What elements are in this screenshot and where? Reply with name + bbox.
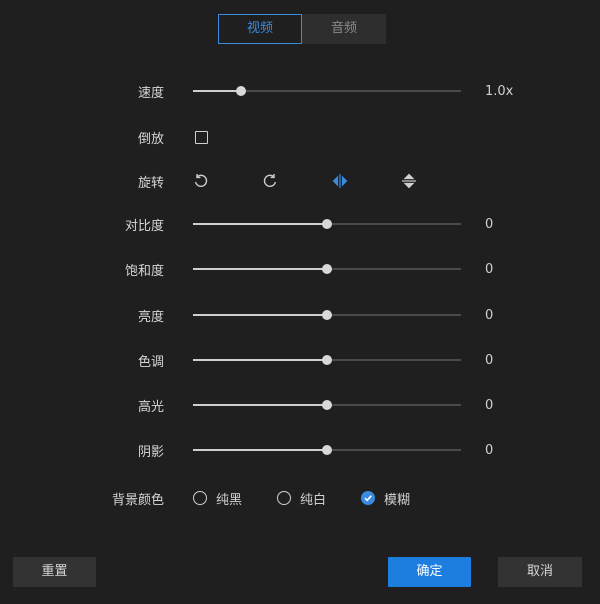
slider-fill: [193, 359, 327, 361]
reverse-row: 倒放: [0, 125, 600, 149]
slider-fill: [193, 449, 327, 451]
saturation-slider[interactable]: [193, 259, 461, 279]
highlight-label: 高光: [137, 399, 164, 415]
rotate-right-icon[interactable]: [261, 172, 279, 190]
saturation-row: 饱和度 0: [0, 257, 600, 281]
slider-thumb[interactable]: [322, 310, 332, 320]
saturation-label: 饱和度: [124, 263, 164, 279]
hue-slider[interactable]: [193, 350, 461, 370]
contrast-slider[interactable]: [193, 214, 461, 234]
radio-label-blur: 模糊: [384, 492, 411, 508]
slider-fill: [193, 314, 327, 316]
shadow-row: 阴影 0: [0, 438, 600, 462]
tab-bar: 视频 音频: [218, 14, 386, 44]
brightness-row: 亮度 0: [0, 303, 600, 327]
check-icon: [364, 495, 372, 502]
hue-label: 色调: [137, 354, 164, 370]
rotate-label: 旋转: [137, 175, 164, 191]
rotate-left-icon[interactable]: [192, 172, 210, 190]
contrast-label: 对比度: [124, 218, 164, 234]
speed-row: 速度 1.0x: [0, 79, 600, 103]
cancel-button[interactable]: 取消: [498, 557, 582, 587]
radio-black[interactable]: [193, 491, 207, 505]
slider-thumb[interactable]: [322, 445, 332, 455]
slider-fill: [193, 268, 327, 270]
slider-fill: [193, 404, 327, 406]
shadow-value: 0: [485, 442, 494, 458]
slider-thumb[interactable]: [322, 355, 332, 365]
radio-option-black[interactable]: 纯黑: [193, 489, 242, 508]
confirm-button[interactable]: 确定: [388, 557, 471, 587]
background-label: 背景颜色: [111, 492, 164, 508]
radio-blur[interactable]: [361, 491, 375, 505]
slider-thumb[interactable]: [322, 400, 332, 410]
radio-option-blur[interactable]: 模糊: [361, 489, 410, 508]
hue-value: 0: [485, 352, 494, 368]
speed-slider[interactable]: [193, 81, 461, 101]
radio-white[interactable]: [277, 491, 291, 505]
highlight-value: 0: [485, 397, 494, 413]
reset-button[interactable]: 重置: [13, 557, 96, 587]
slider-thumb[interactable]: [322, 264, 332, 274]
saturation-value: 0: [485, 261, 494, 277]
radio-label-white: 纯白: [300, 492, 327, 508]
brightness-value: 0: [485, 307, 494, 323]
slider-thumb[interactable]: [322, 219, 332, 229]
reverse-label: 倒放: [137, 131, 164, 147]
contrast-value: 0: [485, 216, 494, 232]
reverse-checkbox[interactable]: [195, 130, 208, 144]
speed-label: 速度: [137, 85, 164, 101]
tab-audio[interactable]: 音频: [302, 14, 386, 44]
rotate-row: 旋转: [0, 169, 600, 193]
brightness-label: 亮度: [137, 309, 164, 325]
shadow-label: 阴影: [137, 444, 164, 460]
shadow-slider[interactable]: [193, 440, 461, 460]
slider-fill: [193, 223, 327, 225]
contrast-row: 对比度 0: [0, 212, 600, 236]
slider-thumb[interactable]: [236, 86, 247, 96]
radio-label-black: 纯黑: [216, 492, 243, 508]
radio-option-white[interactable]: 纯白: [277, 489, 326, 508]
hue-row: 色调 0: [0, 348, 600, 372]
tab-video[interactable]: 视频: [218, 14, 302, 44]
background-row: 背景颜色 纯黑 纯白 模糊: [0, 486, 600, 510]
brightness-slider[interactable]: [193, 305, 461, 325]
highlight-slider[interactable]: [193, 395, 461, 415]
flip-vertical-icon[interactable]: [400, 172, 418, 190]
speed-value: 1.0x: [485, 83, 514, 99]
slider-fill: [193, 90, 242, 92]
flip-horizontal-icon[interactable]: [331, 172, 349, 190]
highlight-row: 高光 0: [0, 393, 600, 417]
